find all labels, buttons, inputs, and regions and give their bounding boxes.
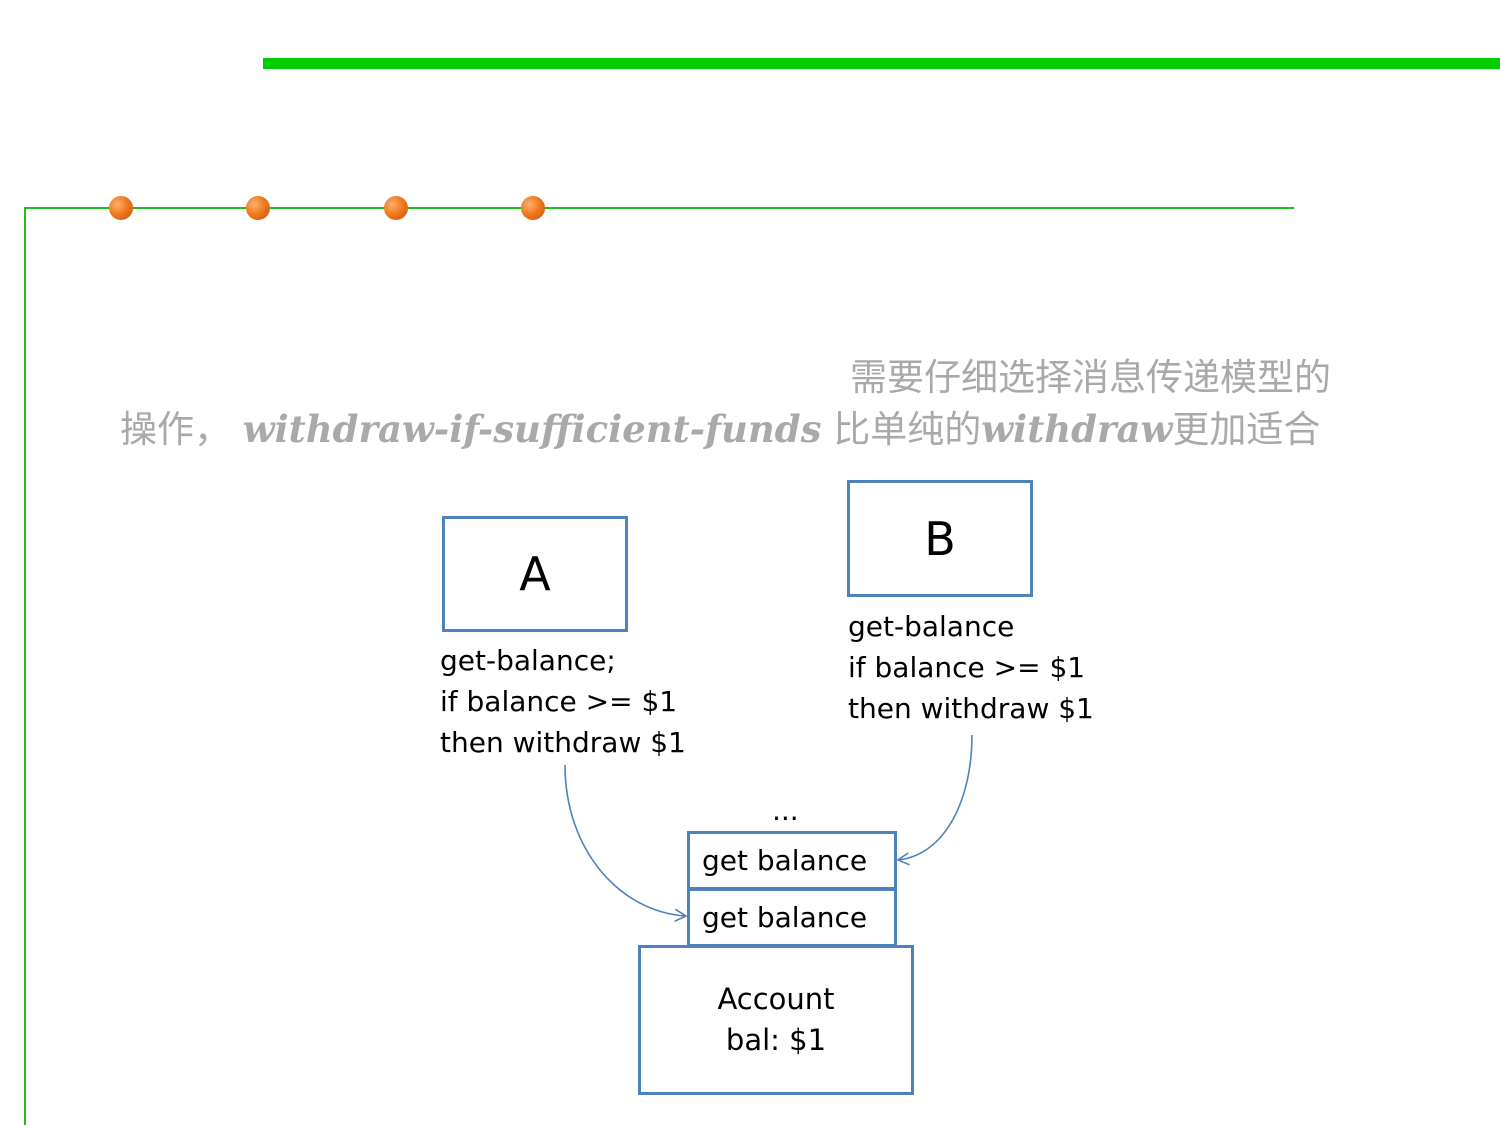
arrow-a-to-queue: [564, 764, 688, 923]
message-arrows: [564, 734, 973, 923]
arrow-b-to-queue: [896, 734, 973, 866]
